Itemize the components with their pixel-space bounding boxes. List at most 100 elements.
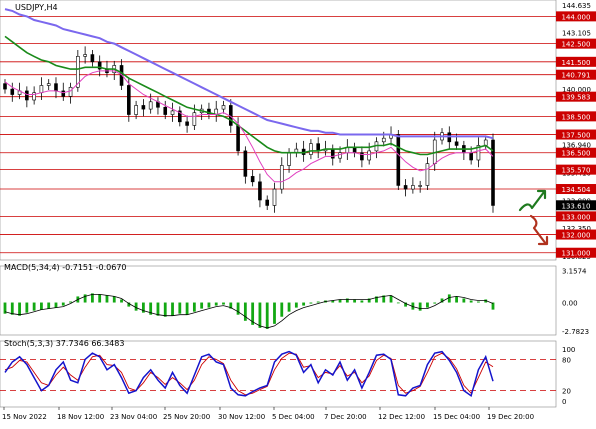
macd-histogram-bar	[105, 295, 109, 303]
macd-histogram-bar	[171, 302, 174, 316]
level-price-label: 132.000	[562, 232, 591, 240]
macd-histogram-bar	[61, 302, 65, 306]
bull-candle	[279, 165, 284, 190]
macd-histogram-bar	[462, 298, 466, 303]
stoch-label: Stoch(5,3,3) 37.7346 66.3483	[4, 339, 124, 348]
macd-histogram-bar	[433, 302, 437, 304]
bear-candle	[454, 141, 459, 146]
macd-histogram-bar	[112, 296, 116, 303]
bull-candle	[83, 54, 87, 57]
bull-candle	[483, 139, 488, 146]
level-price-label: 136.500	[562, 150, 591, 158]
bull-candle	[287, 152, 291, 166]
bear-candle	[61, 90, 66, 97]
macd-histogram-bar	[389, 295, 393, 303]
macd-histogram-bar	[192, 302, 196, 312]
macd-histogram-bar	[353, 299, 357, 303]
macd-histogram-bar	[265, 302, 269, 329]
bull-candle	[221, 105, 226, 110]
bull-candle	[134, 105, 138, 115]
macd-histogram-bar	[236, 302, 240, 315]
level-price-label: 142.500	[562, 41, 591, 49]
macd-histogram-bar	[477, 301, 480, 303]
bull-candle	[192, 112, 197, 126]
bull-candle	[272, 188, 277, 206]
bear-candle	[127, 85, 131, 115]
level-price-label: 144.000	[562, 13, 591, 21]
macd-histogram-bar	[120, 299, 123, 303]
bear-candle	[396, 134, 401, 186]
bear-candle	[10, 88, 15, 95]
macd-tick-label: 0.00	[562, 300, 578, 308]
level-price-label: 138.500	[562, 113, 591, 121]
time-tick-label: 23 Nov 04:00	[110, 413, 157, 421]
time-tick-label: 12 Dec 12:00	[378, 413, 425, 421]
macd-histogram-bar	[178, 302, 182, 314]
macd-histogram-bar	[163, 302, 167, 317]
symbol-label: USDJPY,H4	[15, 3, 58, 12]
macd-histogram-bar	[360, 300, 364, 303]
time-tick-label: 15 Nov 2022	[2, 413, 47, 421]
stoch-tick-label: 20	[562, 388, 571, 396]
bear-candle	[185, 121, 189, 126]
bear-candle	[163, 106, 168, 115]
current-price-label: 133.610	[562, 202, 591, 210]
level-price-label: 141.500	[562, 59, 591, 67]
macd-histogram-bar	[316, 301, 320, 303]
bear-candle	[25, 90, 29, 101]
macd-histogram-bar	[426, 302, 429, 308]
chart-canvas[interactable]: 144.635143.105141.580140.000138.500136.9…	[0, 0, 596, 425]
macd-histogram-bar	[294, 302, 298, 308]
time-tick-label: 18 Nov 12:00	[57, 413, 104, 421]
time-tick-label: 5 Dec 04:00	[272, 413, 315, 421]
time-tick-label: 30 Nov 12:00	[218, 413, 265, 421]
bull-candle	[367, 150, 371, 161]
macd-histogram-bar	[69, 301, 72, 303]
macd-histogram-bar	[10, 302, 14, 315]
bull-candle	[309, 143, 313, 155]
bull-candle	[39, 85, 44, 94]
bull-candle	[418, 185, 422, 187]
bull-candle	[170, 110, 175, 115]
bear-candle	[90, 54, 95, 63]
macd-label: MACD(5,34,4) -0.7151 -0.0670	[4, 263, 127, 272]
stoch-tick-label: 80	[562, 356, 571, 364]
bull-candle	[338, 152, 342, 159]
bear-candle	[54, 83, 58, 92]
macd-tick-label: -2.7823	[562, 328, 589, 336]
macd-histogram-bar	[309, 302, 313, 304]
level-price-label: 137.500	[562, 132, 591, 140]
macd-histogram-bar	[83, 294, 87, 303]
bull-candle	[411, 185, 415, 190]
time-tick-label: 15 Dec 04:00	[433, 413, 480, 421]
macd-histogram-bar	[302, 302, 306, 306]
time-tick-label: 25 Nov 20:00	[163, 413, 210, 421]
level-price-label: 140.791	[562, 72, 591, 80]
macd-histogram-bar	[156, 302, 160, 316]
level-price-label: 133.000	[562, 213, 591, 221]
macd-histogram-bar	[273, 302, 276, 324]
macd-histogram-bar	[396, 302, 400, 304]
stoch-tick-label: 100	[562, 346, 575, 354]
macd-histogram-bar	[287, 302, 291, 312]
bull-candle	[425, 163, 430, 186]
bear-candle	[236, 125, 240, 152]
macd-histogram-bar	[280, 302, 284, 317]
level-price-label: 135.570	[562, 167, 591, 175]
time-tick-label: 19 Dec 20:00	[487, 413, 534, 421]
macd-histogram-bar	[258, 302, 262, 328]
macd-histogram-bar	[214, 302, 218, 306]
macd-histogram-bar	[207, 302, 211, 308]
macd-histogram-bar	[54, 302, 58, 308]
macd-histogram-bar	[243, 302, 247, 321]
macd-histogram-bar	[491, 302, 495, 310]
time-tick-label: 7 Dec 20:00	[324, 413, 367, 421]
macd-histogram-bar	[134, 302, 138, 311]
macd-histogram-bar	[40, 302, 43, 310]
macd-histogram-bar	[32, 302, 36, 311]
price-tick-label: 143.105	[562, 30, 591, 38]
bear-candle	[469, 152, 473, 161]
macd-histogram-bar	[185, 302, 189, 315]
bear-candle	[243, 150, 248, 177]
price-tick-label: 144.635	[562, 2, 591, 10]
